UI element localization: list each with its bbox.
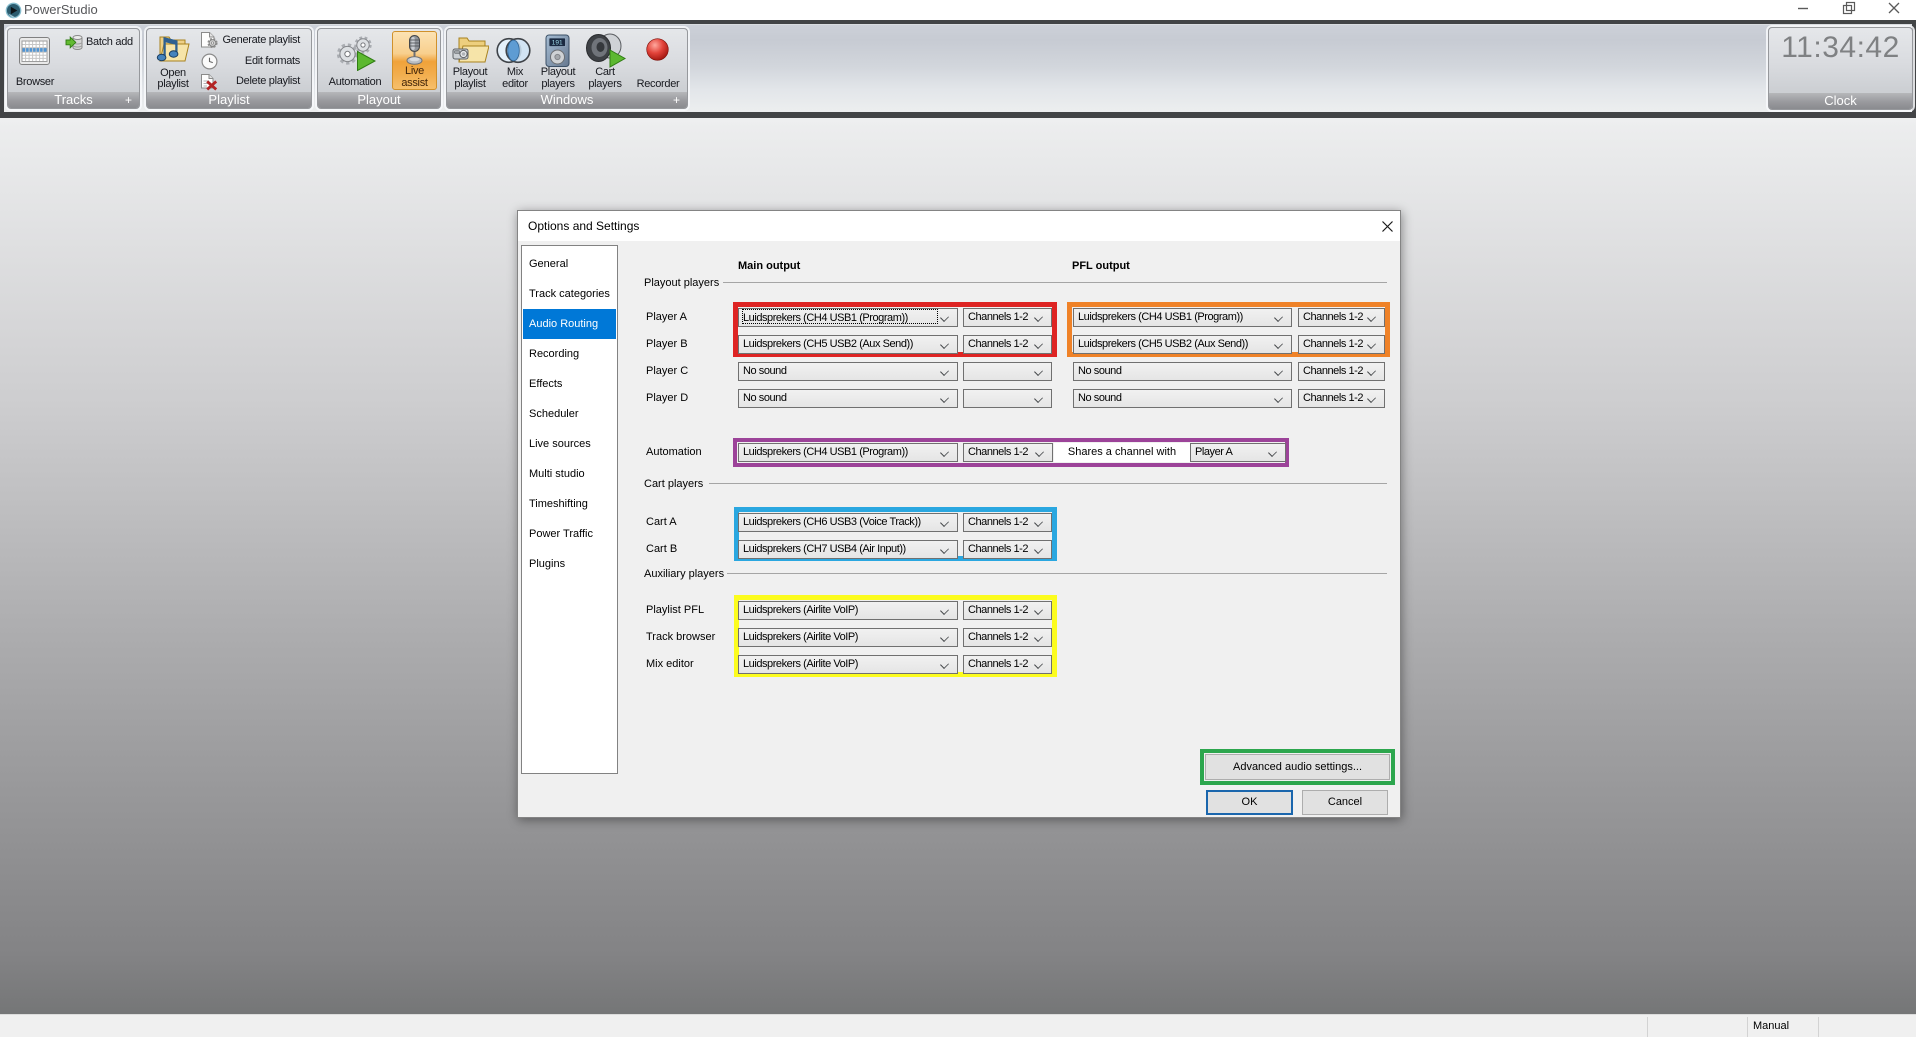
svg-text:191: 191 bbox=[552, 40, 563, 47]
